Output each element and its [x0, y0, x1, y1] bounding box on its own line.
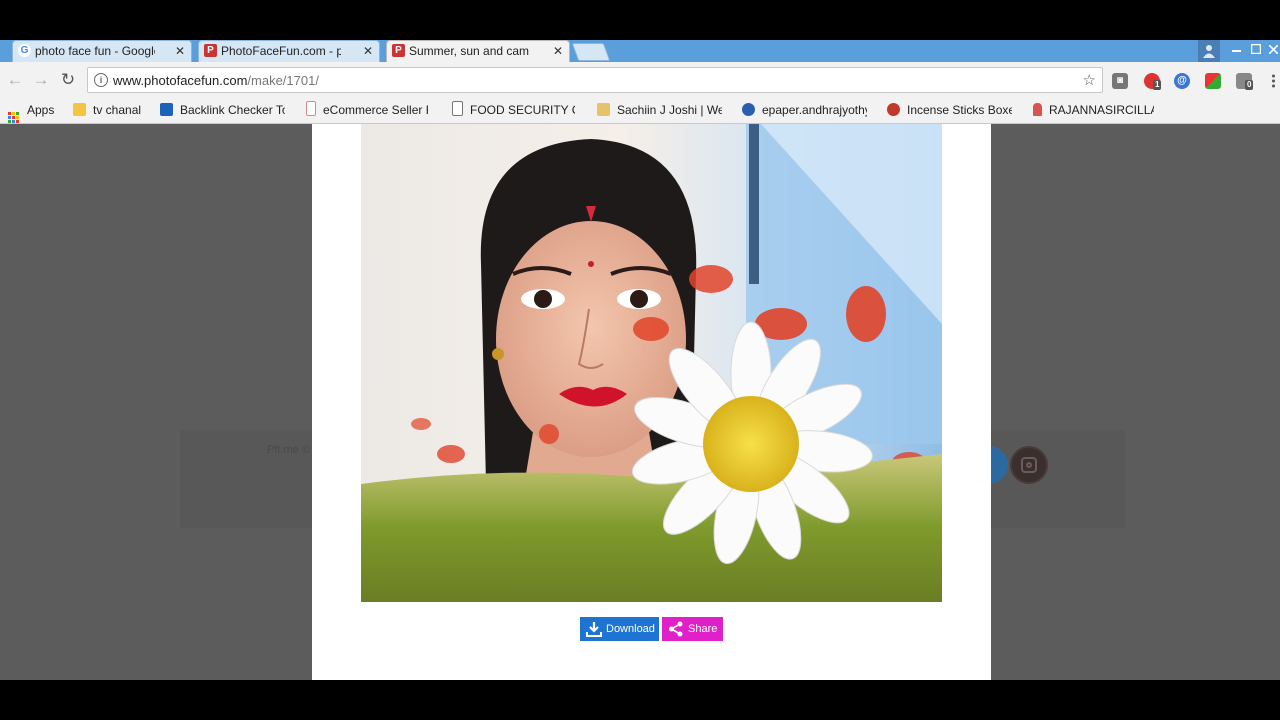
page-icon: [452, 101, 463, 116]
bookmark-rajannasircilla[interactable]: RAJANNASIRCILLA D: [1033, 99, 1154, 123]
tab-title: Summer, sun and camon: [409, 44, 529, 58]
bookmark-label: Backlink Checker To: [180, 103, 285, 117]
address-bar[interactable]: i www.photofacefun.com/make/1701/ ☆: [87, 67, 1103, 93]
close-window-icon[interactable]: [1266, 40, 1280, 62]
share-icon: [669, 621, 683, 637]
bookmark-ecommerce-seller[interactable]: eCommerce Seller F: [306, 99, 428, 123]
bookmark-label: Incense Sticks Boxes: [907, 103, 1012, 117]
reload-icon[interactable]: ↻: [57, 69, 79, 91]
adblock-extension-icon[interactable]: 1: [1144, 73, 1162, 90]
bookmarks-bar: Apps tv chanal Backlink Checker To eComm…: [0, 99, 1280, 124]
e-icon: [742, 103, 755, 116]
tab-google-search[interactable]: G photo face fun - Google ✕: [12, 40, 192, 62]
profile-icon[interactable]: [1198, 40, 1220, 62]
download-button[interactable]: Download: [580, 617, 659, 641]
photofacefun-icon: P: [392, 44, 405, 57]
jar-icon: [306, 101, 316, 116]
puzzle-extension-icon[interactable]: 0: [1236, 73, 1254, 90]
maximize-icon[interactable]: [1248, 40, 1264, 62]
tab-title: photo face fun - Google: [35, 44, 155, 58]
page-content: Pft.me © Download Share: [0, 124, 1280, 680]
footer-copyright: Pft.me ©: [267, 444, 310, 456]
download-label: Download: [606, 623, 655, 635]
url-host: www.photofacefun.com: [113, 73, 248, 88]
bookmark-incense-sticks[interactable]: Incense Sticks Boxes: [887, 99, 1012, 123]
figure-icon: [1033, 103, 1042, 116]
url-path: /make/1701/: [247, 73, 319, 88]
minimize-icon[interactable]: [1228, 40, 1244, 62]
edited-photo-image: [361, 124, 942, 602]
close-tab-icon[interactable]: ✕: [363, 41, 373, 62]
close-tab-icon[interactable]: ✕: [553, 41, 563, 62]
bookmark-label: FOOD SECURITY CA: [470, 103, 575, 117]
folder-icon: [73, 103, 86, 116]
menu-icon[interactable]: [1266, 73, 1280, 89]
chart-icon: [160, 103, 173, 116]
bookmark-label: Apps: [27, 103, 55, 117]
extension-badge: 1: [1153, 80, 1162, 90]
bookmark-backlink-checker[interactable]: Backlink Checker To: [160, 99, 285, 123]
share-label: Share: [688, 623, 718, 635]
photofacefun-icon: P: [204, 44, 217, 57]
back-arrow-icon[interactable]: ←: [4, 69, 26, 91]
url-text[interactable]: www.photofacefun.com/make/1701/: [113, 73, 319, 88]
bookmark-label: epaper.andhrajyothy: [762, 103, 867, 117]
bookmark-food-security[interactable]: FOOD SECURITY CA: [452, 99, 575, 123]
bookmark-star-icon[interactable]: ☆: [1083, 71, 1096, 89]
tab-photofacefun-home[interactable]: P PhotoFaceFun.com - pho ✕: [198, 40, 380, 62]
tab-strip: G photo face fun - Google ✕ P PhotoFaceF…: [0, 40, 1280, 62]
bookmark-apps[interactable]: Apps: [8, 99, 54, 123]
camera-extension-icon[interactable]: ◙: [1112, 73, 1128, 89]
instagram-icon: [1010, 446, 1048, 484]
bookmark-label: Sachiin J Joshi | Welc: [617, 103, 722, 117]
close-tab-icon[interactable]: ✕: [175, 41, 185, 62]
extension-badge: 0: [1245, 80, 1254, 90]
bookmark-sachiin-joshi[interactable]: Sachiin J Joshi | Welc: [597, 99, 722, 123]
bookmark-label: RAJANNASIRCILLA D: [1049, 103, 1154, 117]
tab-summer-sun-camomile[interactable]: P Summer, sun and camon ✕: [386, 40, 570, 62]
people-icon: [597, 103, 610, 116]
bookmark-label: eCommerce Seller F: [323, 103, 428, 117]
bookmark-label: tv chanal: [93, 103, 142, 117]
new-tab-button[interactable]: [571, 43, 611, 61]
flower-icon: [887, 103, 900, 116]
colorful-extension-icon[interactable]: [1205, 73, 1221, 89]
apps-grid-icon: [8, 112, 19, 123]
tab-title: PhotoFaceFun.com - pho: [221, 44, 341, 58]
google-icon: G: [18, 44, 31, 57]
info-icon[interactable]: i: [94, 73, 108, 87]
photo-result-modal: Download Share: [312, 124, 991, 680]
photo-artwork: [361, 124, 942, 602]
bookmark-tv-chanal[interactable]: tv chanal: [73, 99, 141, 123]
forward-arrow-icon[interactable]: →: [30, 69, 52, 91]
browser-toolbar: ← → ↻ i www.photofacefun.com/make/1701/ …: [0, 62, 1280, 99]
browser-window: G photo face fun - Google ✕ P PhotoFaceF…: [0, 40, 1280, 680]
share-button[interactable]: Share: [662, 617, 723, 641]
download-icon: [586, 622, 602, 637]
at-sign-extension-icon[interactable]: @: [1174, 73, 1190, 89]
bookmark-epaper-andhrajyothy[interactable]: epaper.andhrajyothy: [742, 99, 867, 123]
